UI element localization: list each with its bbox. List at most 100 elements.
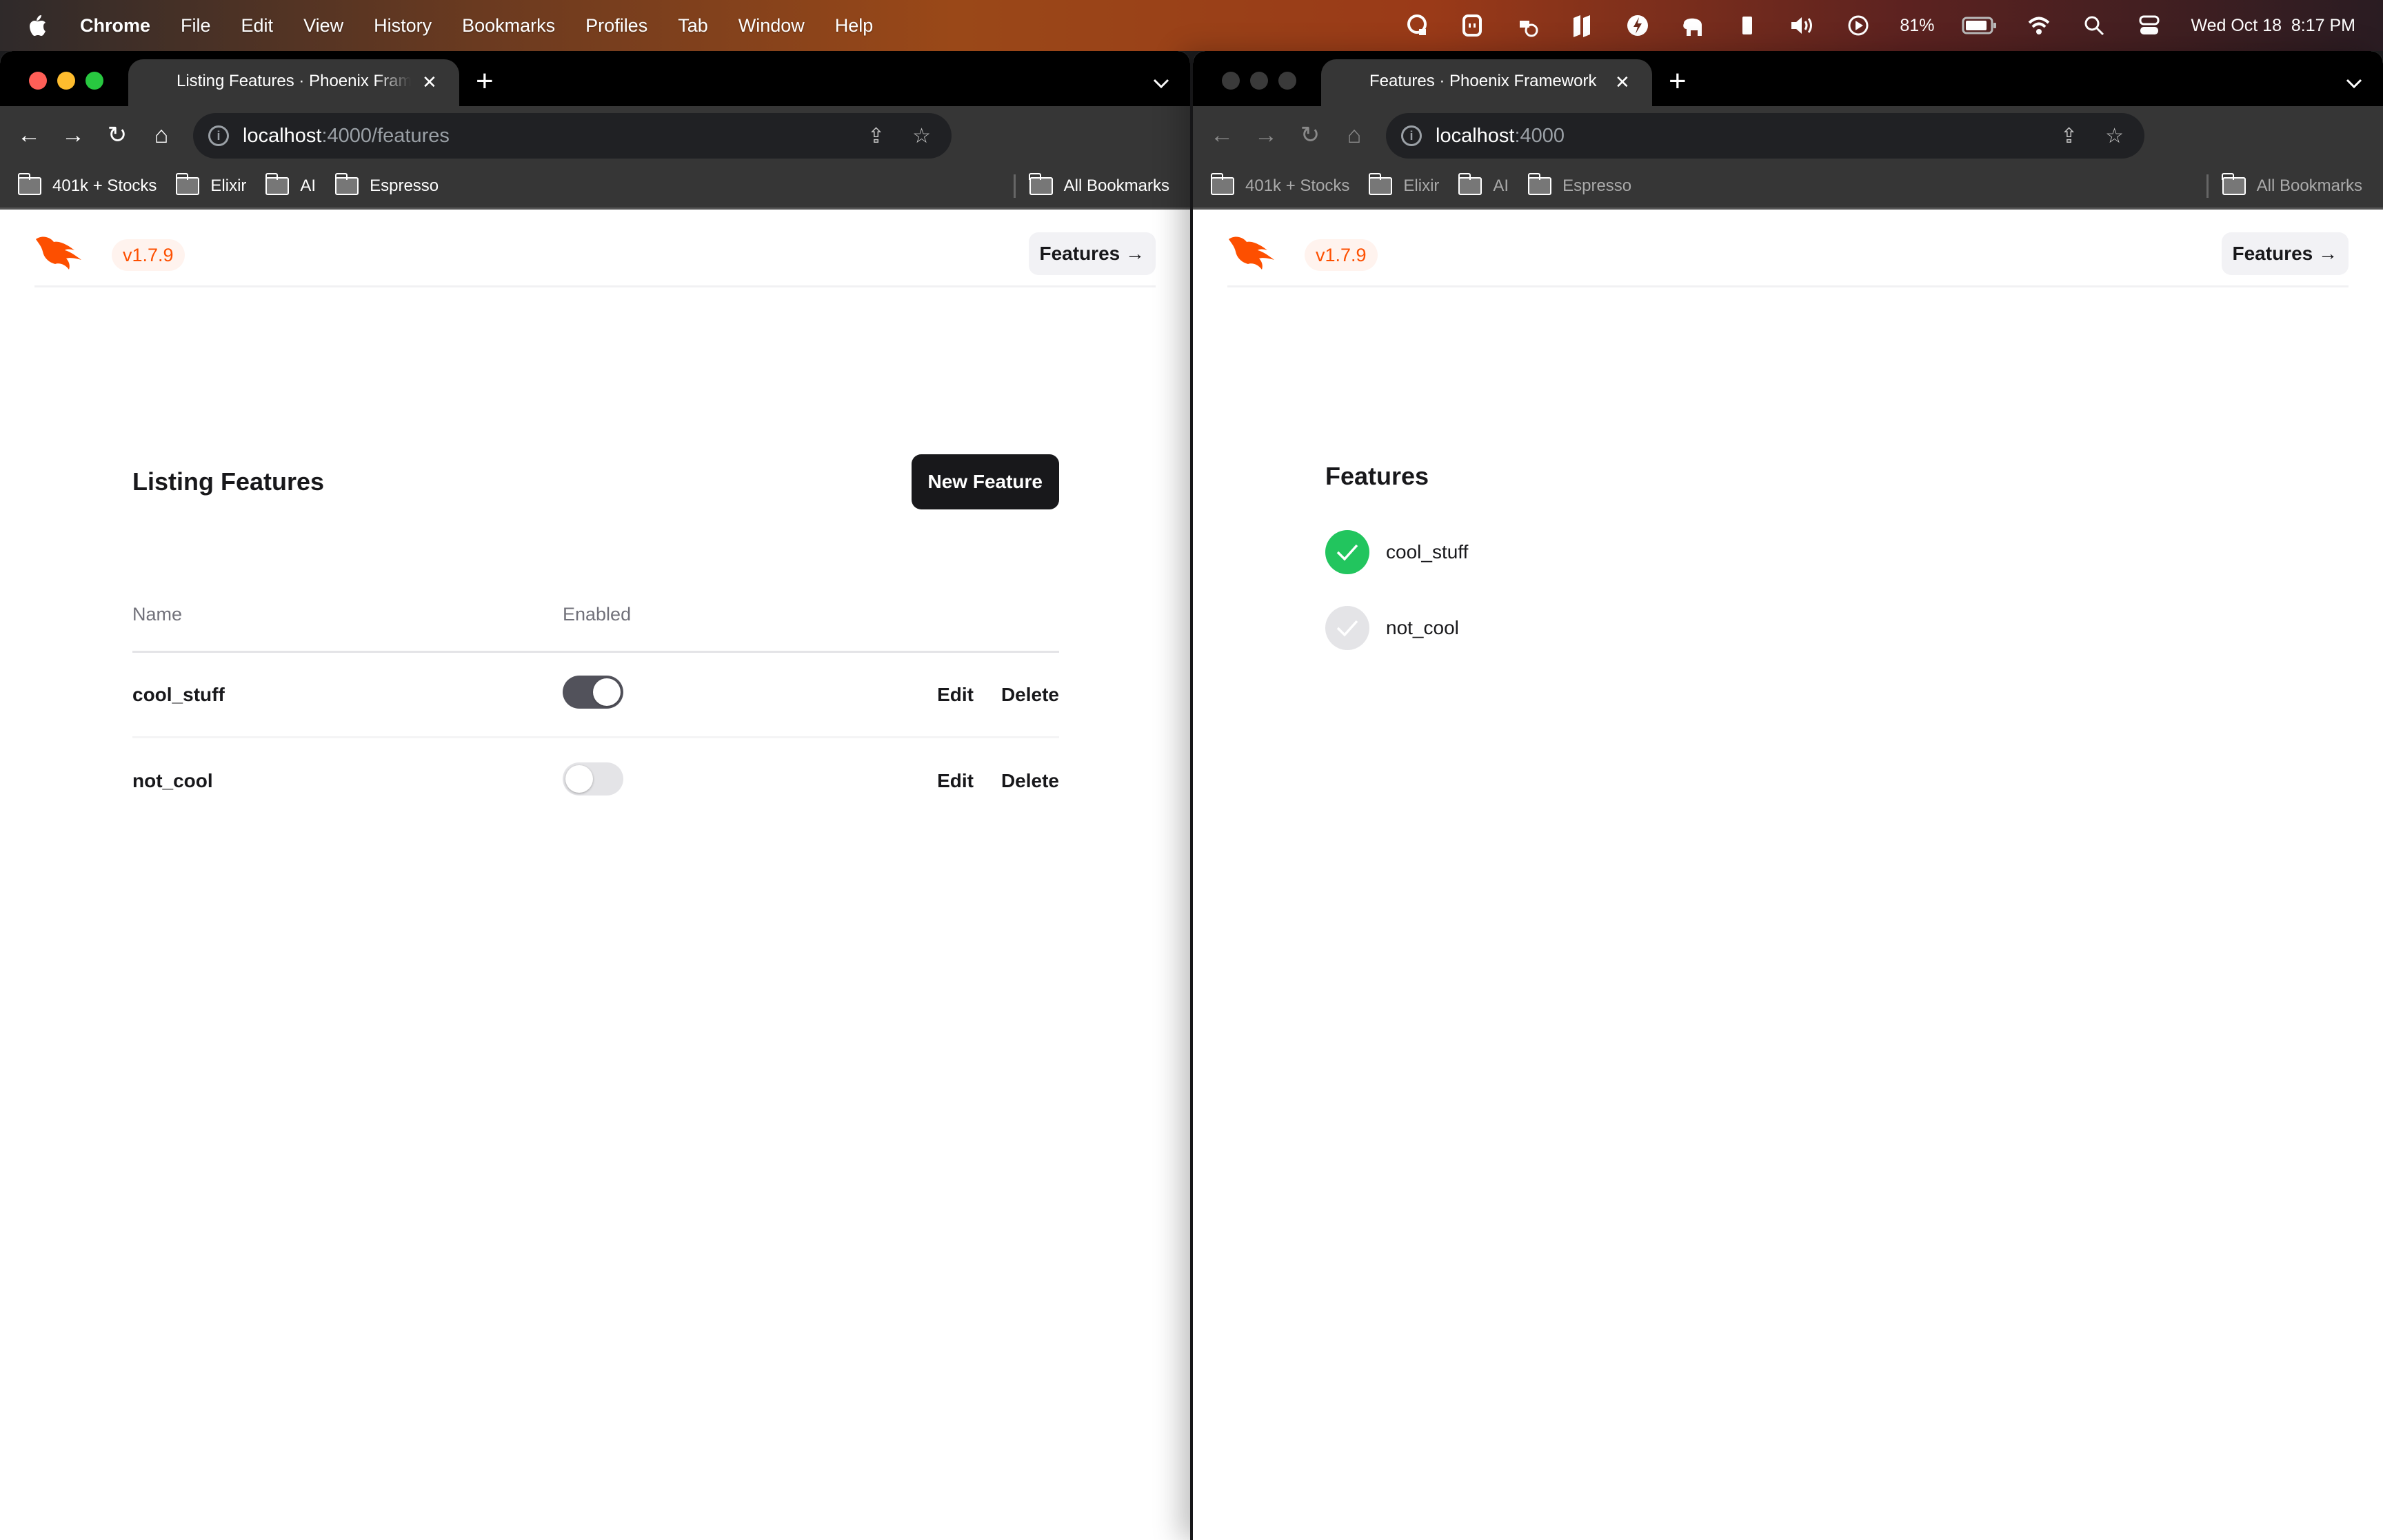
minimize-window-button[interactable] <box>1250 72 1268 90</box>
bookmark-star-icon[interactable]: ☆ <box>912 124 931 148</box>
edit-link[interactable]: Edit <box>937 684 974 706</box>
close-window-button[interactable] <box>1222 72 1240 90</box>
docker-icon[interactable] <box>1514 12 1541 39</box>
enabled-toggle[interactable] <box>563 762 623 796</box>
menu-tab[interactable]: Tab <box>678 15 708 37</box>
share-icon[interactable]: ⇪ <box>2060 124 2078 148</box>
column-header-enabled: Enabled <box>563 604 632 625</box>
back-button[interactable]: ← <box>1208 121 1236 149</box>
tab-search-chevron-icon[interactable] <box>1153 74 1169 92</box>
tab-close-icon[interactable]: ✕ <box>1615 72 1630 93</box>
table-row[interactable]: not_cool Edit Delete <box>132 738 1059 824</box>
spotlight-icon[interactable] <box>2080 12 2108 39</box>
folder-icon <box>334 172 359 195</box>
table-header: Name Enabled <box>132 578 1059 653</box>
keyboard-icon[interactable] <box>1734 12 1762 39</box>
tab-search-chevron-icon[interactable] <box>2346 74 2362 92</box>
folder-icon <box>1029 172 1053 195</box>
address-bar[interactable]: i localhost:4000/features ⇪ ☆ <box>193 113 952 159</box>
folder-icon <box>17 172 41 195</box>
delete-link[interactable]: Delete <box>1001 770 1059 792</box>
tab-strip: Features · Phoenix Framework ✕ + ← → ↻ ⌂… <box>1193 51 2383 164</box>
wifi-icon[interactable] <box>2025 12 2053 39</box>
close-window-button[interactable] <box>29 72 47 90</box>
back-button[interactable]: ← <box>15 121 43 149</box>
browser-toolbar: ← → ↻ ⌂ i localhost:4000/features ⇪ ☆ <box>0 106 1190 164</box>
site-info-icon[interactable]: i <box>208 125 229 146</box>
phoenix-logo-icon[interactable] <box>34 235 83 270</box>
toggle-knob <box>565 764 593 793</box>
parallels-icon[interactable] <box>1569 12 1596 39</box>
tab-close-icon[interactable]: ✕ <box>422 72 437 93</box>
browser-toolbar: ← → ↻ ⌂ i localhost:4000 ⇪ ☆ <box>1193 106 2383 164</box>
bookmark-folder[interactable]: AI <box>1458 172 1509 196</box>
control-center-icon[interactable] <box>2135 12 2163 39</box>
bookmark-folder[interactable]: 401k + Stocks <box>17 172 157 196</box>
menu-window[interactable]: Window <box>738 15 805 37</box>
features-list: Features cool_stuff not_cool <box>1325 454 1468 650</box>
minimize-window-button[interactable] <box>57 72 75 90</box>
home-button[interactable]: ⌂ <box>148 121 175 149</box>
menu-profiles[interactable]: Profiles <box>585 15 647 37</box>
tab-title: Features · Phoenix Framework <box>1369 72 1597 90</box>
menu-file[interactable]: File <box>181 15 211 37</box>
battery-icon[interactable] <box>1962 12 1998 39</box>
bookmark-star-icon[interactable]: ☆ <box>2105 124 2124 148</box>
bookmark-folder[interactable]: Espresso <box>1527 172 1631 196</box>
edit-link[interactable]: Edit <box>937 770 974 792</box>
menubar-clock[interactable]: Wed Oct 18 8:17 PM <box>2191 16 2355 36</box>
enabled-toggle[interactable] <box>563 676 623 709</box>
feature-name: cool_stuff <box>132 683 225 705</box>
version-badge: v1.7.9 <box>112 239 185 271</box>
menu-history[interactable]: History <box>374 15 432 37</box>
site-info-icon[interactable]: i <box>1401 125 1422 146</box>
new-tab-button[interactable]: + <box>476 66 494 97</box>
menu-edit[interactable]: Edit <box>241 15 274 37</box>
menu-bookmarks[interactable]: Bookmarks <box>462 15 555 37</box>
lightning-icon[interactable] <box>1624 12 1651 39</box>
bookmark-folder[interactable]: Elixir <box>1368 172 1439 196</box>
zoom-window-button[interactable] <box>86 72 103 90</box>
bookmark-folder[interactable]: AI <box>265 172 316 196</box>
macos-menubar: Chrome File Edit View History Bookmarks … <box>0 0 2383 51</box>
tab-title: Listing Features · Phoenix Framework <box>177 72 411 90</box>
share-icon[interactable]: ⇪ <box>867 124 885 148</box>
browser-window-right: Features · Phoenix Framework ✕ + ← → ↻ ⌂… <box>1193 51 2383 1540</box>
reload-button[interactable]: ↻ <box>1296 121 1324 149</box>
volume-icon[interactable] <box>1789 12 1817 39</box>
delete-link[interactable]: Delete <box>1001 684 1059 706</box>
play-icon[interactable] <box>1844 12 1872 39</box>
new-tab-button[interactable]: + <box>1669 66 1687 97</box>
features-nav-link[interactable]: Features → <box>1028 232 1156 275</box>
elephant-icon[interactable] <box>1679 12 1707 39</box>
feature-item: cool_stuff <box>1325 530 1468 574</box>
phoenix-logo-icon[interactable] <box>1227 235 1276 270</box>
site-header: v1.7.9 Features → <box>34 212 1156 287</box>
forward-button[interactable]: → <box>1252 121 1280 149</box>
menu-help[interactable]: Help <box>835 15 874 37</box>
zoom-window-button[interactable] <box>1278 72 1296 90</box>
menu-app-chrome[interactable]: Chrome <box>80 15 150 37</box>
apple-menu-icon[interactable] <box>28 14 47 37</box>
home-button[interactable]: ⌂ <box>1340 121 1368 149</box>
folder-icon <box>175 172 200 195</box>
site-header: v1.7.9 Features → <box>1227 212 2349 287</box>
bookmark-folder[interactable]: Espresso <box>334 172 439 196</box>
new-feature-button[interactable]: New Feature <box>911 454 1059 509</box>
table-row[interactable]: cool_stuff Edit Delete <box>132 653 1059 738</box>
menubar-app-icon[interactable] <box>1458 12 1486 39</box>
bookmark-folder[interactable]: 401k + Stocks <box>1210 172 1349 196</box>
all-bookmarks[interactable]: All Bookmarks <box>1013 172 1169 198</box>
forward-button[interactable]: → <box>59 121 87 149</box>
menu-view[interactable]: View <box>303 15 343 37</box>
address-bar[interactable]: i localhost:4000 ⇪ ☆ <box>1386 113 2144 159</box>
bookmark-folder[interactable]: Elixir <box>175 172 246 196</box>
folder-icon <box>265 172 290 195</box>
all-bookmarks[interactable]: All Bookmarks <box>2206 172 2362 198</box>
url-text: localhost:4000/features <box>243 124 450 147</box>
reload-button[interactable]: ↻ <box>103 121 131 149</box>
feature-item: not_cool <box>1325 606 1468 650</box>
1password-icon[interactable] <box>1403 12 1431 39</box>
features-nav-link[interactable]: Features → <box>2221 232 2349 275</box>
folder-icon <box>1527 172 1552 195</box>
